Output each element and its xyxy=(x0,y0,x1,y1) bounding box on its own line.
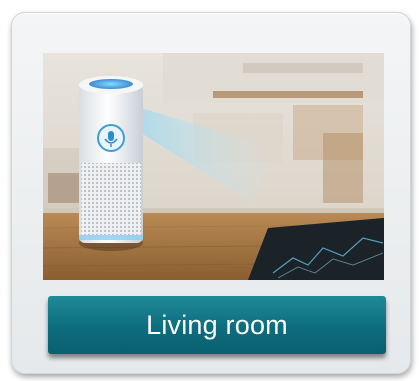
room-label-button[interactable]: Living room xyxy=(48,296,386,354)
living-room-scene-image xyxy=(43,53,384,280)
room-label-text: Living room xyxy=(146,309,288,340)
room-photo xyxy=(43,53,384,280)
room-card[interactable]: Living room xyxy=(11,12,411,374)
